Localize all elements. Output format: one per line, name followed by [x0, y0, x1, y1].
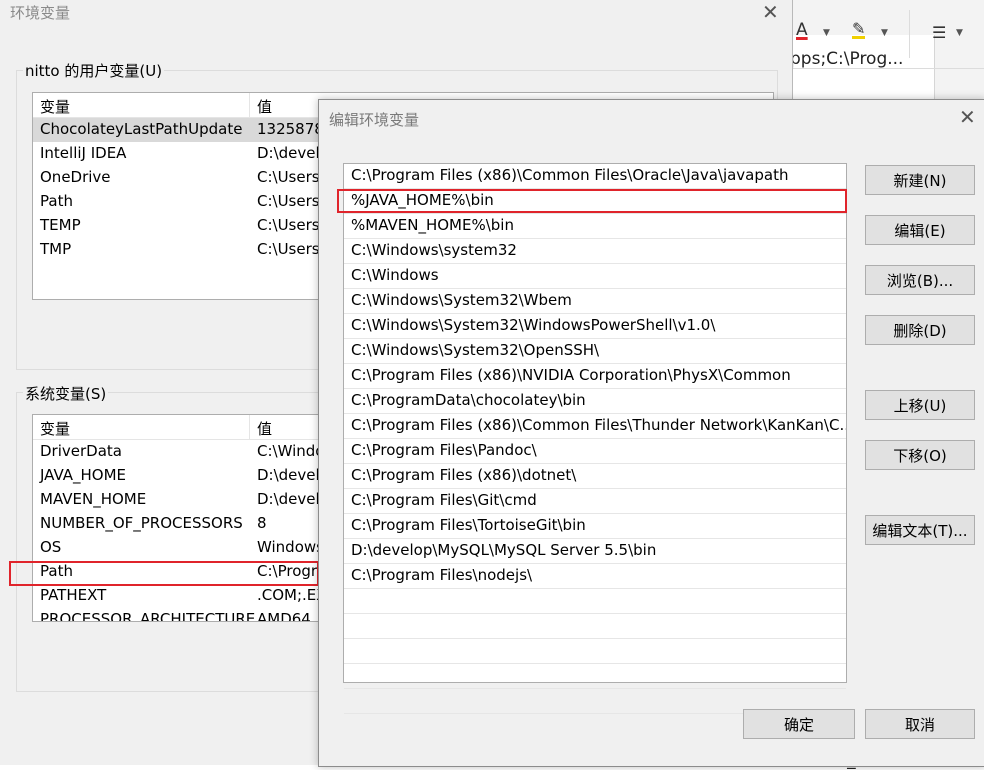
- list-item[interactable]: C:\Windows\System32\OpenSSH\: [344, 339, 846, 364]
- list-item[interactable]: C:\Program Files\nodejs\: [344, 564, 846, 589]
- highlight-chevron-down-icon[interactable]: ▼: [881, 28, 888, 38]
- font-color-icon[interactable]: A: [796, 20, 808, 40]
- list-item[interactable]: C:\Windows\System32\Wbem: [344, 289, 846, 314]
- close-icon[interactable]: ✕: [762, 0, 779, 24]
- ok-button[interactable]: 确定: [743, 709, 855, 739]
- list-item-empty[interactable]: [344, 614, 846, 639]
- list-item[interactable]: C:\Program Files\TortoiseGit\bin: [344, 514, 846, 539]
- new-button[interactable]: 新建(N): [865, 165, 975, 195]
- highlight-icon[interactable]: ✎: [852, 21, 866, 39]
- dialog-title: 编辑环境变量: [329, 111, 420, 129]
- toolbar-bottom-border: [792, 68, 984, 69]
- edit-text-button[interactable]: 编辑文本(T)...: [865, 515, 975, 545]
- path-row-highlight: [9, 561, 319, 586]
- edit-environment-variable-dialog: 编辑环境变量 ✕ C:\Program Files (x86)\Common F…: [318, 99, 984, 767]
- column-header-variable[interactable]: 变量: [40, 96, 70, 117]
- column-header-variable[interactable]: 变量: [40, 418, 70, 439]
- list-item[interactable]: C:\ProgramData\chocolatey\bin: [344, 389, 846, 414]
- column-header-value[interactable]: 值: [257, 96, 272, 117]
- list-item[interactable]: C:\Program Files\Git\cmd: [344, 489, 846, 514]
- font-color-chevron-down-icon[interactable]: ▼: [823, 28, 830, 38]
- list-item[interactable]: C:\Program Files (x86)\Common Files\Thun…: [344, 414, 846, 439]
- edit-button[interactable]: 编辑(E): [865, 215, 975, 245]
- align-icon[interactable]: ☰: [932, 23, 946, 42]
- list-item[interactable]: %MAVEN_HOME%\bin: [344, 214, 846, 239]
- list-item[interactable]: C:\Program Files (x86)\Common Files\Orac…: [344, 164, 846, 189]
- list-item-empty[interactable]: [344, 589, 846, 614]
- doc-snippet: pps;C:\Prog...: [790, 49, 904, 69]
- column-header-value[interactable]: 值: [257, 418, 272, 439]
- delete-button[interactable]: 删除(D): [865, 315, 975, 345]
- move-down-button[interactable]: 下移(O): [865, 440, 975, 470]
- list-item[interactable]: C:\Windows\System32\WindowsPowerShell\v1…: [344, 314, 846, 339]
- list-item-empty[interactable]: [344, 639, 846, 664]
- user-vars-label: nitto 的用户变量(U): [23, 60, 165, 81]
- align-chevron-down-icon[interactable]: ▼: [956, 28, 963, 38]
- dialog-title: 环境变量: [10, 4, 71, 22]
- list-item[interactable]: C:\Program Files\Pandoc\: [344, 439, 846, 464]
- close-icon[interactable]: ✕: [959, 105, 976, 129]
- list-item[interactable]: C:\Program Files (x86)\NVIDIA Corporatio…: [344, 364, 846, 389]
- list-item-empty[interactable]: [344, 664, 846, 689]
- list-item[interactable]: C:\Program Files (x86)\dotnet\: [344, 464, 846, 489]
- background-toolbar: A ▼ ✎ ▼ ☰ ▼: [792, 0, 984, 58]
- toolbar-divider: [909, 10, 910, 58]
- system-vars-label: 系统变量(S): [23, 383, 109, 404]
- list-item[interactable]: C:\Windows\system32: [344, 239, 846, 264]
- list-item[interactable]: D:\develop\MySQL\MySQL Server 5.5\bin: [344, 539, 846, 564]
- list-item[interactable]: C:\Windows: [344, 264, 846, 289]
- java-home-row-highlight: [337, 189, 847, 213]
- path-list[interactable]: C:\Program Files (x86)\Common Files\Orac…: [343, 163, 847, 714]
- cancel-button[interactable]: 取消: [865, 709, 975, 739]
- move-up-button[interactable]: 上移(U): [865, 390, 975, 420]
- browse-button[interactable]: 浏览(B)...: [865, 265, 975, 295]
